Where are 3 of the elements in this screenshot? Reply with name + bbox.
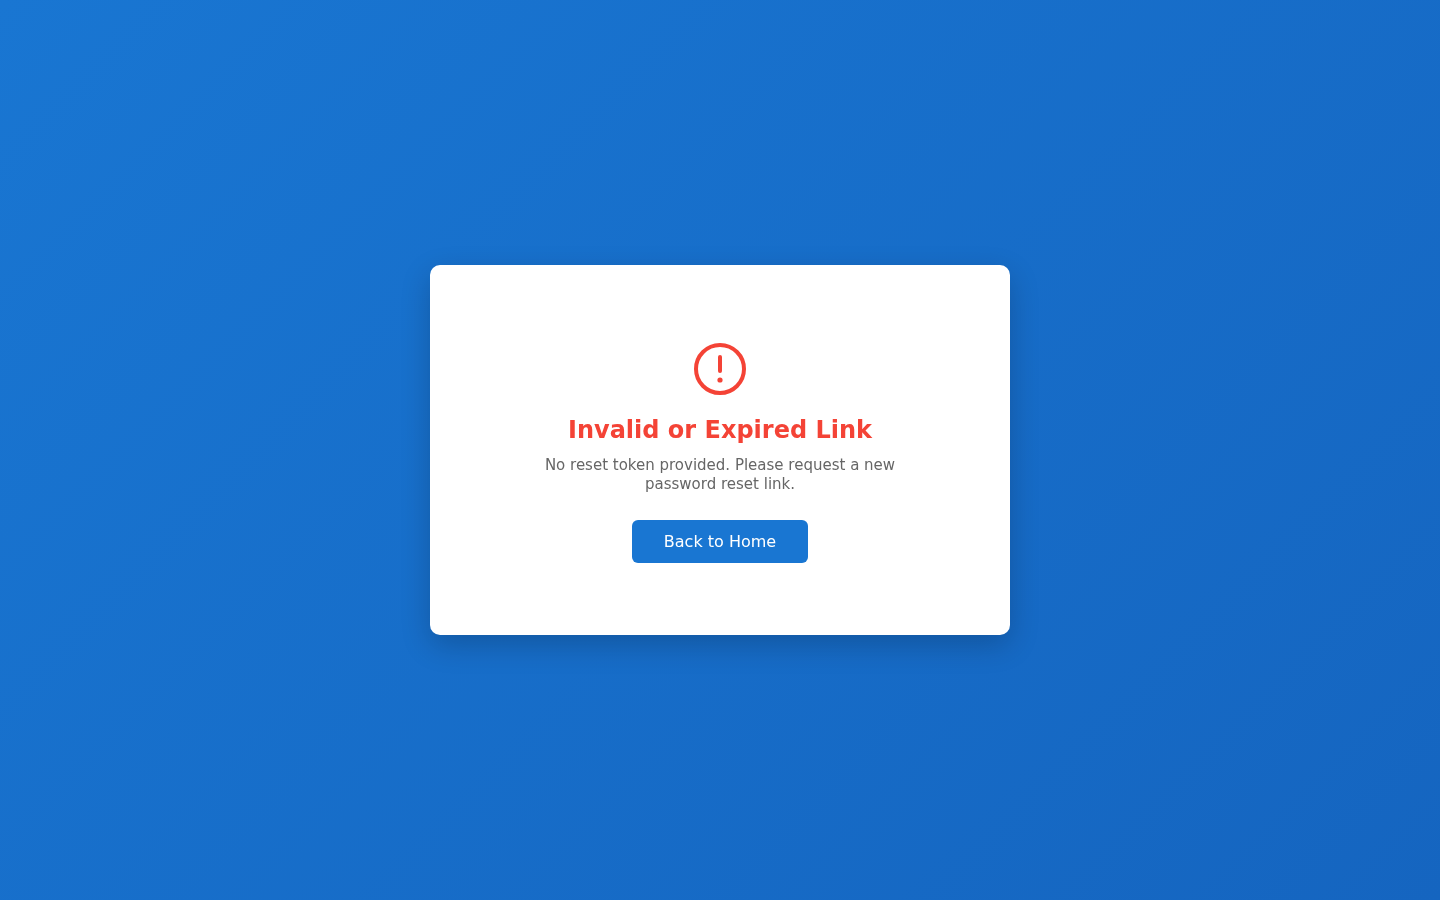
error-title: Invalid or Expired Link (568, 414, 872, 446)
back-home-button[interactable]: Back to Home (632, 520, 808, 564)
error-message: No reset token provided. Please request a new password reset link. (543, 456, 897, 495)
